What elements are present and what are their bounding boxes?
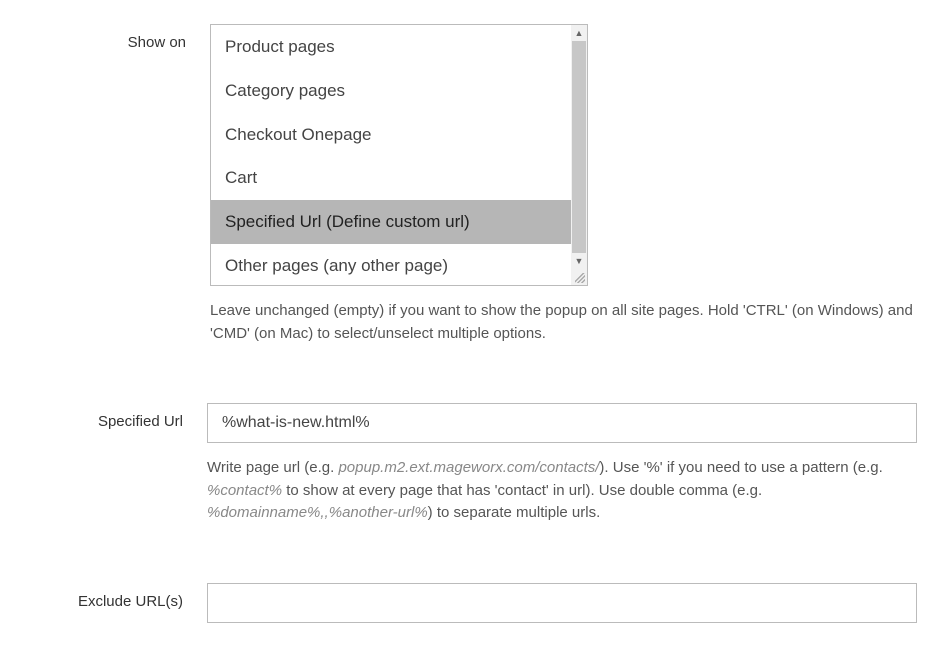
row-show-on: Show on Product pagesCategory pagesCheck…: [20, 24, 917, 345]
show-on-option[interactable]: Specified Url (Define custom url): [211, 200, 571, 244]
scroll-up-icon[interactable]: ▲: [571, 25, 587, 41]
row-specified-url: Specified Url Write page url (e.g. popup…: [20, 403, 917, 525]
help-show-on: Leave unchanged (empty) if you want to s…: [210, 300, 917, 345]
field-exclude-urls: [207, 583, 917, 623]
specified-url-input[interactable]: [207, 403, 917, 443]
scrollbar-thumb[interactable]: [572, 41, 586, 253]
show-on-option[interactable]: Other pages (any other page): [211, 244, 571, 285]
show-on-option[interactable]: Product pages: [211, 25, 571, 69]
show-on-option[interactable]: Category pages: [211, 69, 571, 113]
show-on-option[interactable]: Cart: [211, 156, 571, 200]
show-on-option[interactable]: Checkout Onepage: [211, 113, 571, 157]
field-specified-url: Write page url (e.g. popup.m2.ext.magewo…: [207, 403, 917, 525]
exclude-urls-input[interactable]: [207, 583, 917, 623]
label-specified-url: Specified Url: [20, 403, 207, 525]
help-specified-url: Write page url (e.g. popup.m2.ext.magewo…: [207, 457, 917, 525]
label-show-on: Show on: [20, 24, 210, 345]
scroll-down-icon[interactable]: ▼: [571, 253, 587, 269]
show-on-multiselect[interactable]: Product pagesCategory pagesCheckout Onep…: [210, 24, 588, 286]
field-show-on: Product pagesCategory pagesCheckout Onep…: [210, 24, 917, 345]
label-exclude-urls: Exclude URL(s): [20, 583, 207, 623]
row-exclude-urls: Exclude URL(s): [20, 583, 917, 623]
resize-handle-icon[interactable]: [571, 269, 587, 285]
scrollbar[interactable]: ▲ ▼: [571, 25, 587, 285]
